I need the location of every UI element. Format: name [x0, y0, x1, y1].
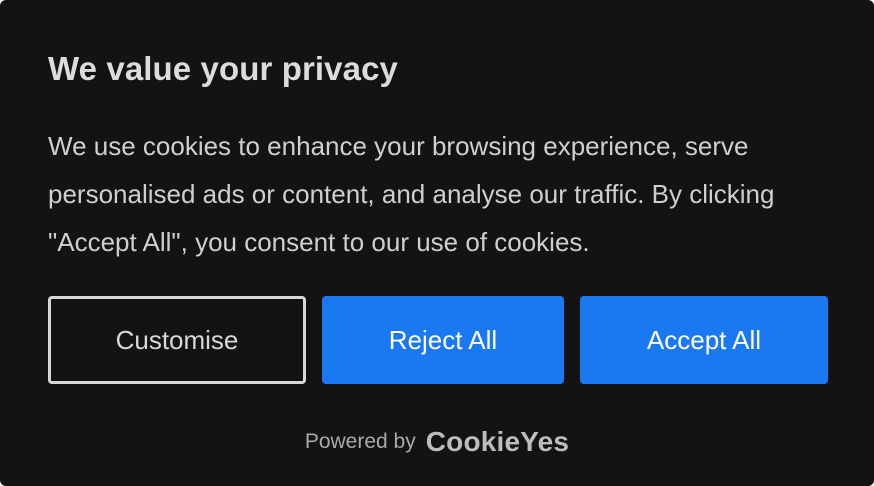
powered-by-footer: Powered by CookieYes: [0, 426, 874, 458]
powered-by-label: Powered by: [304, 430, 416, 453]
banner-description: We use cookies to enhance your browsing …: [48, 131, 775, 257]
cookieyes-logo[interactable]: CookieYes: [426, 426, 569, 458]
customise-button[interactable]: Customise: [48, 296, 306, 384]
banner-title: We value your privacy: [48, 50, 398, 87]
cookie-consent-banner: We value your privacy We use cookies to …: [0, 0, 874, 486]
accept-all-button[interactable]: Accept All: [580, 296, 828, 384]
reject-all-button[interactable]: Reject All: [322, 296, 564, 384]
